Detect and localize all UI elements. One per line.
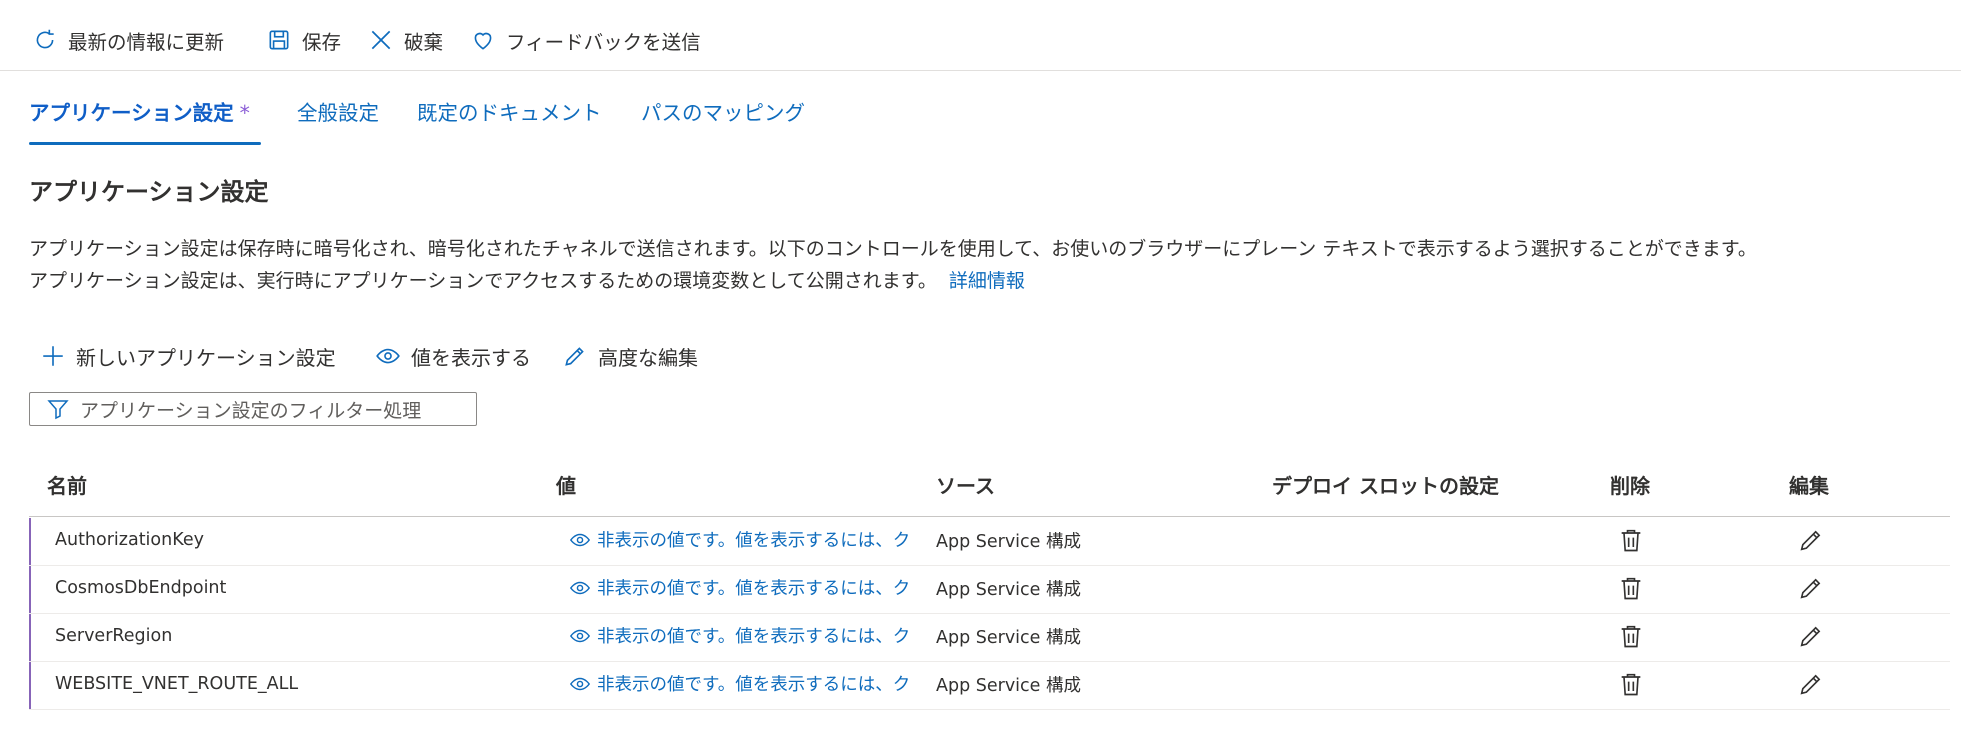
hidden-value-link[interactable]: 非表示の値です。値を表示するには、ク: [569, 671, 921, 696]
header-divider: [29, 516, 1950, 517]
learn-more-link[interactable]: 詳細情報: [949, 270, 1025, 292]
filter-input[interactable]: アプリケーション設定のフィルター処理: [29, 392, 477, 426]
modified-row-indicator: [29, 662, 31, 709]
hidden-value-text: 非表示の値です。値を表示するには、ク: [597, 675, 911, 695]
filter-icon: [47, 400, 69, 420]
tab-label: パスのマッピング: [641, 101, 805, 125]
column-header-delete: 削除: [1610, 474, 1650, 498]
hidden-value-link[interactable]: 非表示の値です。値を表示するには、ク: [569, 623, 921, 648]
column-header-edit: 編集: [1789, 474, 1829, 498]
tab-path-mappings[interactable]: パスのマッピング: [641, 96, 805, 132]
close-icon: [371, 30, 391, 50]
tab-application-settings[interactable]: アプリケーション設定 *: [29, 96, 250, 132]
eye-icon: [376, 348, 400, 364]
save-icon: [269, 30, 289, 50]
pencil-icon[interactable]: [1797, 670, 1825, 698]
hidden-value-link[interactable]: 非表示の値です。値を表示するには、ク: [569, 575, 921, 600]
active-tab-indicator: [29, 142, 261, 145]
show-values-label: 値を表示する: [411, 345, 531, 370]
trash-icon[interactable]: [1617, 526, 1645, 554]
setting-name[interactable]: WEBSITE_VNET_ROUTE_ALL: [55, 674, 298, 694]
modified-indicator: *: [239, 101, 250, 125]
setting-name[interactable]: ServerRegion: [55, 626, 172, 646]
show-values-button[interactable]: 値を表示する: [375, 338, 531, 374]
feedback-label: フィードバックを送信: [506, 30, 701, 54]
setting-name[interactable]: AuthorizationKey: [55, 530, 204, 550]
feedback-button[interactable]: フィードバックを送信: [470, 22, 701, 58]
column-header-value[interactable]: 値: [556, 470, 576, 499]
setting-source: App Service 構成: [936, 628, 1081, 648]
setting-name[interactable]: CosmosDbEndpoint: [55, 578, 226, 598]
new-setting-button[interactable]: 新しいアプリケーション設定: [40, 338, 336, 374]
section-title: アプリケーション設定: [29, 178, 269, 206]
table-row[interactable]: WEBSITE_VNET_ROUTE_ALL 非表示の値です。値を表示するには、…: [29, 662, 1950, 710]
tab-label: 全般設定: [297, 101, 379, 125]
refresh-button[interactable]: 最新の情報に更新: [32, 22, 224, 58]
trash-icon[interactable]: [1617, 574, 1645, 602]
filter-placeholder: アプリケーション設定のフィルター処理: [80, 399, 422, 422]
save-label: 保存: [302, 30, 342, 54]
trash-icon[interactable]: [1617, 670, 1645, 698]
pencil-icon: [565, 347, 584, 366]
table-row[interactable]: CosmosDbEndpoint 非表示の値です。値を表示するには、ク App …: [29, 566, 1950, 614]
setting-source: App Service 構成: [936, 532, 1081, 552]
eye-icon: [569, 677, 591, 690]
pencil-icon[interactable]: [1797, 526, 1825, 554]
modified-row-indicator: [29, 614, 31, 661]
column-header-source[interactable]: ソース: [936, 470, 995, 499]
pencil-icon[interactable]: [1797, 622, 1825, 650]
pencil-icon[interactable]: [1797, 574, 1825, 602]
tab-label: アプリケーション設定: [29, 101, 234, 125]
new-setting-label: 新しいアプリケーション設定: [76, 345, 336, 370]
setting-source: App Service 構成: [936, 580, 1081, 600]
heart-icon: [474, 32, 492, 50]
tab-general-settings[interactable]: 全般設定: [297, 96, 379, 132]
hidden-value-text: 非表示の値です。値を表示するには、ク: [597, 579, 911, 599]
column-header-name[interactable]: 名前: [47, 470, 87, 499]
refresh-label: 最新の情報に更新: [68, 30, 225, 54]
table-row[interactable]: ServerRegion 非表示の値です。値を表示するには、ク App Serv…: [29, 614, 1950, 662]
setting-source: App Service 構成: [936, 676, 1081, 696]
modified-row-indicator: [29, 566, 31, 613]
eye-icon: [569, 533, 591, 546]
description-line-1: アプリケーション設定は保存時に暗号化され、暗号化されたチャネルで送信されます。以…: [29, 238, 1757, 260]
description-text: アプリケーション設定は、実行時にアプリケーションでアクセスするための環境変数とし…: [29, 270, 937, 292]
trash-icon[interactable]: [1617, 622, 1645, 650]
add-icon: [43, 346, 63, 366]
discard-button[interactable]: 破棄: [368, 22, 443, 58]
column-header-slot-setting[interactable]: デプロイ スロットの設定: [1272, 470, 1499, 499]
hidden-value-text: 非表示の値です。値を表示するには、ク: [597, 531, 911, 551]
description-line-2: アプリケーション設定は、実行時にアプリケーションでアクセスするための環境変数とし…: [29, 266, 1025, 293]
tab-default-documents[interactable]: 既定のドキュメント: [417, 96, 602, 132]
advanced-edit-button[interactable]: 高度な編集: [562, 338, 698, 374]
save-button[interactable]: 保存: [266, 22, 341, 58]
eye-icon: [569, 581, 591, 594]
refresh-icon: [36, 29, 54, 49]
discard-label: 破棄: [404, 30, 444, 54]
hidden-value-text: 非表示の値です。値を表示するには、ク: [597, 627, 911, 647]
modified-row-indicator: [29, 518, 31, 565]
hidden-value-link[interactable]: 非表示の値です。値を表示するには、ク: [569, 527, 921, 552]
table-row[interactable]: AuthorizationKey 非表示の値です。値を表示するには、ク App …: [29, 518, 1950, 566]
advanced-edit-label: 高度な編集: [598, 345, 698, 370]
eye-icon: [569, 629, 591, 642]
command-bar: 最新の情報に更新 保存 破棄 フィードバックを送信: [0, 0, 1961, 71]
tab-label: 既定のドキュメント: [417, 101, 602, 125]
